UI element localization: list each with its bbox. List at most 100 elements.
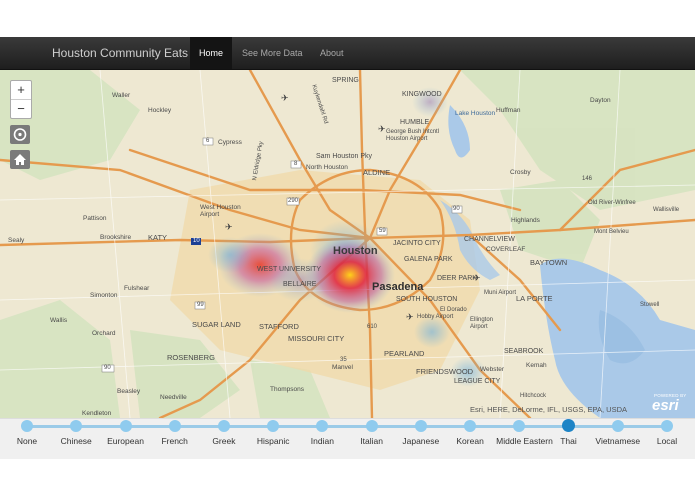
slider-handle-thai[interactable] [562,419,575,432]
shield-146: 146 [582,176,593,182]
label-west-houston-airport: West Houston Airport [200,204,241,218]
slider-stop-none[interactable] [21,420,33,432]
label-webster: Webster [480,366,505,373]
label-pattison: Pattison [83,215,107,222]
label-mont-belvieu: Mont Belvieu [594,229,629,235]
label-el-dorado: El Dorado [440,307,467,313]
slider-stop-korean[interactable] [464,420,477,432]
slider-label[interactable]: French [161,436,187,446]
slider-stop-hispanic[interactable] [267,420,280,432]
slider-label[interactable]: Chinese [61,436,92,446]
label-hobby-airport: Hobby Airport [417,314,454,320]
app-brand[interactable]: Houston Community Eats [52,37,188,69]
label-deer-park: DEER PARK [437,275,477,282]
slider-stop-vietnamese[interactable] [611,420,624,432]
label-n-eldridge-pky: N Eldridge Pky [252,140,265,182]
shield-10: 10 [193,238,200,244]
label-houston: Houston [333,245,378,257]
shield-59: 59 [379,228,386,234]
nav-about[interactable]: About [311,37,353,69]
zoom-control: + − [10,80,32,119]
label-jacinto-city: JACINTO CITY [393,240,441,247]
label-bellaire: BELLAIRE [283,281,317,288]
zoom-out-button[interactable]: − [11,99,31,118]
cuisine-slider[interactable]: None Chinese European French Greek Hispa… [0,418,695,459]
label-sealy: Sealy [8,237,25,244]
label-highlands: Highlands [511,217,540,224]
label-lake-houston: Lake Houston [455,110,496,117]
slider-label[interactable]: Indian [311,436,334,446]
map-labels: Houston Pasadena KATY SUGAR LAND STAFFOR… [0,70,695,418]
map-view[interactable]: ✈ ✈ ✈ ✈ ✈ Houston Pasadena KATY SUGAR LAND … [0,70,695,418]
label-coverleaf: COVERLEAF [486,246,526,253]
shield-610: 610 [367,324,378,330]
esri-logo[interactable]: POWERED BY esri [650,393,688,415]
label-orchard: Orchard [92,330,116,337]
shield-35: 35 [340,357,347,363]
label-needville: Needville [160,394,187,401]
label-sam-houston-pky: Sam Houston Pky [316,153,373,160]
shield-90: 90 [453,206,460,212]
label-crosby: Crosby [510,169,531,176]
label-pasadena: Pasadena [372,281,424,293]
label-cypress: Cypress [218,139,242,146]
slider-label[interactable]: Japanese [402,436,439,446]
label-pearland: PEARLAND [384,349,425,358]
shield-8: 8 [294,161,298,167]
locate-button[interactable] [10,125,30,144]
label-old-river-winfree: Old River-Winfree [588,200,636,206]
label-missouri-city: MISSOURI CITY [288,334,345,343]
slider-stop-greek[interactable] [217,420,230,432]
label-huffman: Huffman [496,107,521,114]
label-manvel: Manvel [332,364,353,371]
slider-stop-middle-eastern[interactable] [513,420,526,432]
slider-label[interactable]: Hispanic [257,436,290,446]
top-navbar: Houston Community Eats Home See More Dat… [0,37,695,70]
label-simonton: Simonton [90,292,118,299]
label-friendswood: FRIENDSWOOD [416,367,474,376]
label-spring: SPRING [332,77,359,84]
label-kingwood: KINGWOOD [402,91,442,98]
label-west-university: WEST UNIVERSITY [257,266,322,273]
slider-stop-european[interactable] [119,420,132,432]
slider-stop-italian[interactable] [365,420,378,432]
label-thompsons: Thompsons [270,386,304,393]
slider-stop-chinese[interactable] [70,420,83,432]
label-humble: HUMBLE [400,119,430,126]
zoom-in-button[interactable]: + [11,81,31,99]
slider-stop-japanese[interactable] [414,420,427,432]
slider-label[interactable]: Vietnamese [595,436,640,446]
slider-label[interactable]: None [17,436,37,446]
slider-label[interactable]: Local [657,436,677,446]
label-baytown: BAYTOWN [530,258,568,267]
nav-home[interactable]: Home [190,37,233,69]
label-muni-airport: Muni Airport [484,290,517,296]
map-attribution: Esri, HERE, DeLorme, IFL, USGS, EPA, USD… [470,405,627,414]
label-wallis: Wallis [50,317,68,324]
home-extent-button[interactable] [10,150,30,169]
label-hitchcock: Hitchcock [520,393,547,399]
label-hockley: Hockley [148,107,172,114]
label-kemah: Kemah [526,362,547,369]
label-kendleton: Kendleton [82,410,112,417]
label-ellington-airport: Ellington Airport [470,317,494,330]
slider-stop-indian[interactable] [316,420,329,432]
label-south-houston: SOUTH HOUSTON [396,296,458,303]
slider-label[interactable]: Greek [212,436,235,446]
slider-label[interactable]: Italian [360,436,383,446]
shield-90-south: 90 [104,365,111,371]
slider-label[interactable]: European [107,436,144,446]
label-la-porte: LA PORTE [516,294,553,303]
slider-stop-local[interactable] [661,420,673,432]
label-galena-park: GALENA PARK [404,256,453,263]
slider-label-selected[interactable]: Thai [560,436,577,446]
shield-290: 290 [288,198,299,204]
label-waller: Waller [112,92,131,99]
slider-stop-french[interactable] [168,420,181,432]
label-channelview: CHANNELVIEW [464,236,515,243]
slider-label[interactable]: Korean [456,436,483,446]
label-stowell: Stowell [640,302,660,308]
label-dayton: Dayton [590,97,611,104]
slider-label[interactable]: Middle Eastern [496,436,553,446]
nav-see-more-data[interactable]: See More Data [233,37,312,69]
